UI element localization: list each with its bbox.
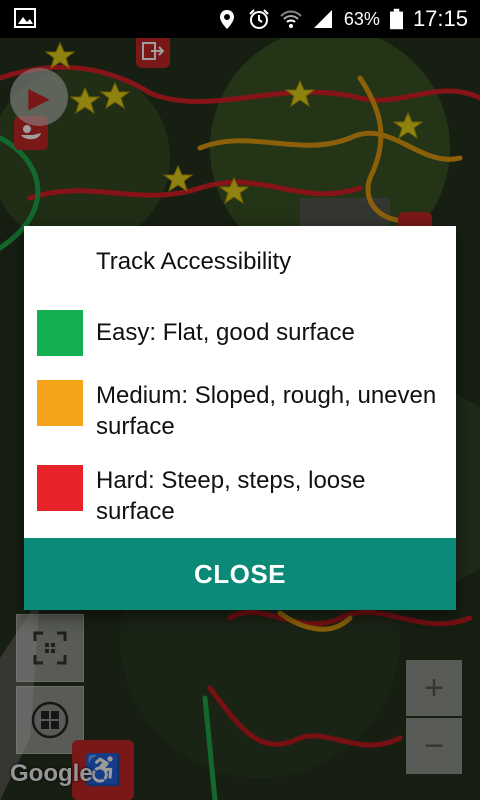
legend-row-easy: Easy: Flat, good surface	[37, 310, 446, 356]
wifi-icon	[280, 10, 302, 28]
clock: 17:15	[412, 6, 468, 31]
close-button[interactable]: CLOSE	[24, 538, 456, 610]
medium-color-swatch	[37, 380, 83, 426]
signal-icon	[313, 10, 332, 28]
legend-label-hard: Hard: Steep, steps, loose surface	[96, 467, 366, 525]
hard-color-swatch	[37, 465, 83, 511]
location-icon	[219, 10, 234, 29]
track-accessibility-dialog: Track Accessibility Easy: Flat, good sur…	[24, 226, 456, 610]
status-bar: 63% 17:15	[0, 0, 480, 38]
easy-color-swatch	[37, 310, 83, 356]
battery-icon	[389, 8, 403, 30]
legend-row-hard: Hard: Steep, steps, loose surface	[37, 465, 446, 527]
battery-percent: 63%	[343, 8, 380, 29]
legend-row-medium: Medium: Sloped, rough, uneven surface	[37, 380, 446, 442]
legend-label-easy: Easy: Flat, good surface	[96, 319, 355, 346]
alarm-icon	[249, 9, 269, 29]
dialog-title: Track Accessibility	[96, 248, 292, 275]
image-icon	[14, 8, 36, 28]
legend-label-medium: Medium: Sloped, rough, uneven surface	[96, 382, 437, 440]
